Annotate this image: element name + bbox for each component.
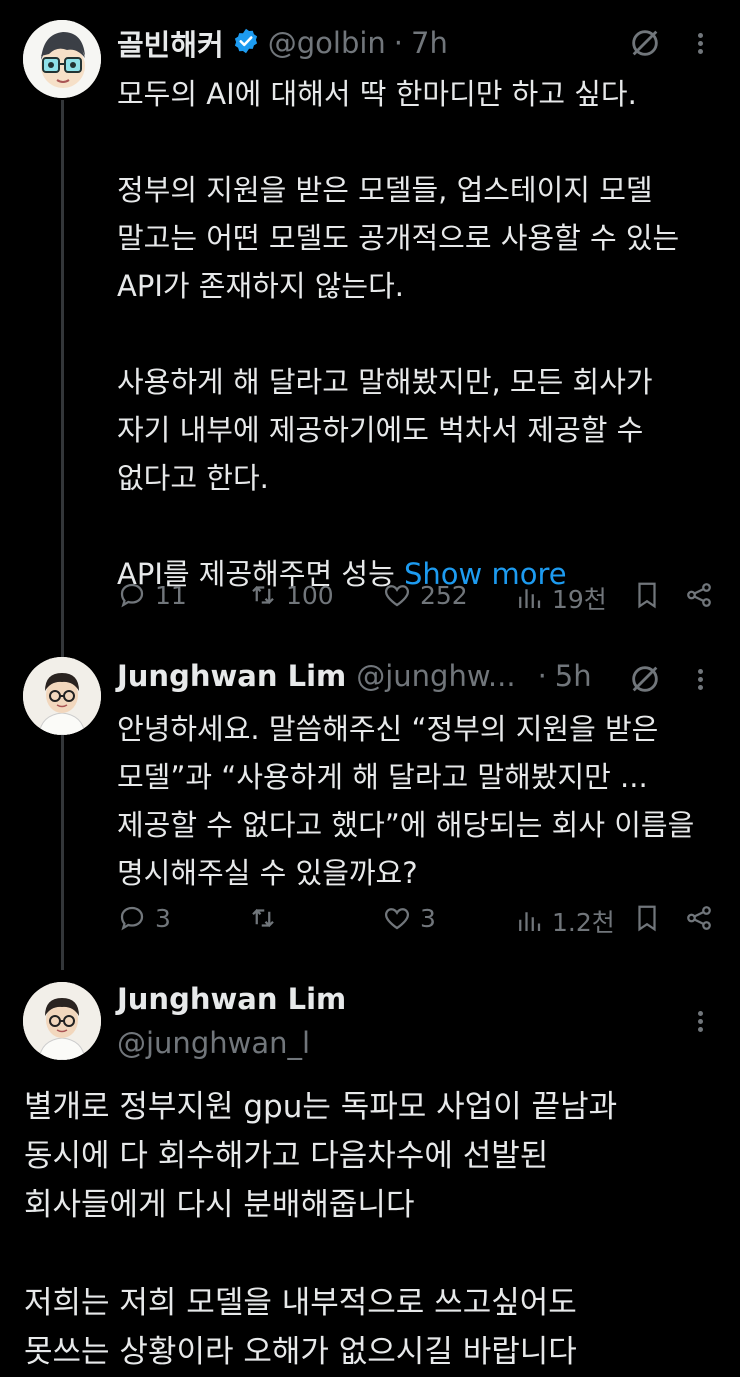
author-name[interactable]: 골빈해커 [117, 22, 224, 64]
bookmark-button[interactable] [632, 903, 662, 933]
views-button[interactable]: 19천 [514, 580, 607, 616]
grok-icon[interactable] [628, 26, 662, 64]
reply-button[interactable]: 3 [117, 903, 171, 933]
tweet-body: 모두의 AI에 대해서 딱 한마디만 하고 싶다. 정부의 지원을 받은 모델들… [117, 70, 727, 598]
reply-count: 3 [155, 903, 171, 933]
author-handle[interactable]: @junghw... [356, 659, 515, 693]
avatar-junghwan[interactable] [23, 657, 101, 735]
share-icon [687, 583, 711, 607]
repost-count: 100 [286, 580, 334, 610]
repost-icon [252, 585, 274, 605]
thread-line [61, 100, 64, 970]
separator: · [393, 26, 404, 60]
tweet-body: 안녕하세요. 말씀해주신 “정부의 지원을 받은 모델”과 “사용하게 해 달라… [117, 712, 695, 890]
views-icon [519, 912, 541, 931]
timestamp[interactable]: 5h [555, 659, 592, 693]
like-count: 252 [420, 580, 468, 610]
author-handle[interactable]: @junghwan_l [117, 1026, 310, 1060]
bookmark-icon [638, 582, 656, 609]
separator: · [537, 659, 547, 693]
verified-badge-icon [232, 27, 260, 59]
like-count: 3 [420, 903, 436, 933]
reply-icon [120, 583, 144, 608]
repost-icon [252, 908, 274, 928]
bookmark-icon [638, 905, 656, 932]
reply-count: 11 [155, 580, 187, 610]
like-button[interactable]: 3 [382, 903, 436, 933]
tweet-body: 별개로 정부지원 gpu는 독파모 사업이 끝남과 동시에 다 회수해가고 다음… [24, 1089, 618, 1370]
views-icon [519, 589, 541, 608]
avatar-junghwan[interactable] [23, 982, 101, 1060]
like-button[interactable]: 252 [382, 580, 468, 610]
like-icon [384, 585, 410, 607]
more-icon[interactable] [698, 666, 703, 693]
tweet-text: 모두의 AI에 대해서 딱 한마디만 하고 싶다. 정부의 지원을 받은 모델들… [117, 77, 680, 591]
author-handle[interactable]: @golbin [268, 26, 386, 60]
share-button[interactable] [684, 903, 714, 933]
repost-button[interactable]: 100 [248, 580, 334, 610]
repost-button[interactable] [248, 903, 286, 933]
reply-button[interactable]: 11 [117, 580, 187, 610]
timestamp[interactable]: 7h [411, 26, 448, 60]
view-count: 19천 [552, 585, 607, 614]
views-button[interactable]: 1.2천 [514, 903, 615, 939]
share-button[interactable] [684, 580, 714, 610]
view-count: 1.2천 [552, 908, 615, 937]
author-name[interactable]: Junghwan Lim [117, 982, 346, 1016]
author-name[interactable]: Junghwan Lim [117, 659, 346, 693]
more-icon[interactable] [698, 30, 703, 57]
bookmark-button[interactable] [632, 580, 662, 610]
share-icon [687, 906, 711, 930]
like-icon [384, 908, 410, 930]
reply-icon [120, 906, 144, 931]
avatar-golbin[interactable] [23, 20, 101, 98]
grok-icon[interactable] [628, 662, 662, 700]
more-icon[interactable] [698, 1008, 703, 1035]
